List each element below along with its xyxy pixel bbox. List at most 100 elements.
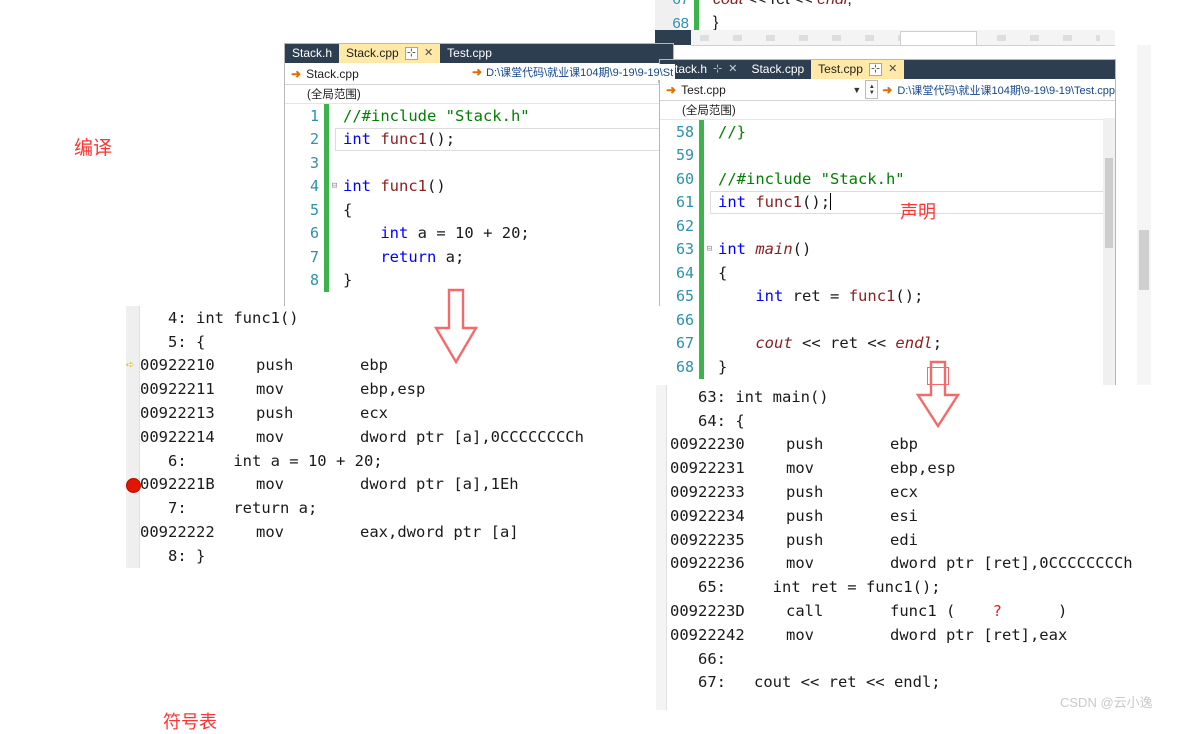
- disasm-operands: ebp,esp: [360, 380, 426, 399]
- code-line[interactable]: 62: [660, 214, 1115, 238]
- disasm-mnemonic: mov: [256, 475, 284, 494]
- code-line[interactable]: 61 int func1();: [660, 190, 1115, 214]
- disasm-source-row[interactable]: 66:: [656, 647, 1190, 671]
- left-window-path-label: ➜ D:\课堂代码\就业课104期\9-19\9-19\St: [470, 64, 675, 80]
- disasm-operands: dword ptr [ret],0CCCCCCCCh: [890, 554, 1133, 573]
- code-line[interactable]: 7 return a;: [285, 245, 673, 269]
- left-scope-label[interactable]: (全局范围): [307, 86, 361, 102]
- code-line[interactable]: 64 {: [660, 261, 1115, 285]
- left-tab-test-cpp[interactable]: Test.cpp: [440, 44, 499, 63]
- code-line[interactable]: 5{: [285, 198, 673, 222]
- left-tab-stack-h[interactable]: Stack.h: [285, 44, 339, 63]
- disasm-address: 0092221B: [140, 475, 215, 494]
- disasm-instruction-row[interactable]: 00922236 mov dword ptr [ret],0CCCCCCCCh: [656, 552, 1190, 576]
- disasm-instruction-row[interactable]: 00922242 mov dword ptr [ret],eax: [656, 623, 1190, 647]
- line-number: 2: [309, 130, 319, 149]
- breakpoint-icon[interactable]: [126, 477, 141, 493]
- tab-close-icon[interactable]: ✕: [888, 60, 897, 79]
- unknown-symbol-marker: ?: [992, 602, 1002, 621]
- code-line[interactable]: 58 //}: [660, 120, 1115, 144]
- disasm-instruction-row[interactable]: ➪ 00922210 push ebp: [126, 354, 666, 378]
- right-editor-surface[interactable]: 58 //} 59 60 //#include "Stack.h" 61 int func1…: [660, 120, 1115, 384]
- disasm-source-text: 4: int func1(): [140, 308, 299, 327]
- disasm-address: 00922231: [670, 459, 745, 478]
- line-number: 58: [675, 122, 694, 141]
- tab-pin-icon[interactable]: ⊹: [404, 47, 418, 60]
- disasm-instruction-row[interactable]: 00922222 mov eax,dword ptr [a]: [126, 520, 666, 544]
- right-editor-scrollbar[interactable]: [1103, 118, 1115, 385]
- left-path-text[interactable]: D:\课堂代码\就业课104期\9-19\9-19\St: [486, 67, 673, 79]
- disasm-source-row[interactable]: 6: int a = 10 + 20;: [126, 449, 666, 473]
- page-scrollbar[interactable]: [1137, 45, 1151, 385]
- disasm-source-row[interactable]: 4: int func1(): [126, 306, 666, 330]
- disasm-instruction-row[interactable]: 00922211 mov ebp,esp: [126, 377, 666, 401]
- left-editor-surface[interactable]: 1//#include "Stack.h" 2 int func1(); 3 4 ⊟ int…: [285, 104, 673, 302]
- disasm-instruction-row[interactable]: 00922230 push ebp: [656, 433, 1190, 457]
- left-tab-stack-cpp[interactable]: Stack.cpp ⊹ ✕: [339, 44, 441, 63]
- code-line[interactable]: 60 //#include "Stack.h": [660, 167, 1115, 191]
- disasm-instruction-row[interactable]: 00922235 push edi: [656, 528, 1190, 552]
- line-number: 6: [309, 224, 319, 243]
- left-disassembly-panel[interactable]: 4: int func1() 5: {➪ 00922210 push ebp 00922…: [126, 306, 666, 568]
- disasm-instruction-row[interactable]: 00922213 push ecx: [126, 401, 666, 425]
- disasm-source-row[interactable]: 65: int ret = func1();: [656, 575, 1190, 599]
- text-caret: [830, 193, 832, 211]
- fold-toggle-icon[interactable]: ⊟: [704, 238, 715, 262]
- right-tab-stack-cpp[interactable]: Stack.cpp: [744, 60, 811, 79]
- code-line[interactable]: 2 int func1();: [285, 127, 673, 151]
- disasm-address: 0092223D: [670, 602, 745, 621]
- code-line[interactable]: 59: [660, 143, 1115, 167]
- disasm-instruction-row[interactable]: 00922234 push esi: [656, 504, 1190, 528]
- disasm-address: 00922233: [670, 483, 745, 502]
- code-line[interactable]: 67 cout << ret << endl;: [660, 331, 1115, 355]
- toolbar-dropdown-box[interactable]: [900, 31, 977, 46]
- code-line[interactable]: 68}: [660, 355, 1115, 379]
- disasm-address: 00922222: [140, 523, 215, 542]
- right-nav-chevron-down-icon[interactable]: ▼: [852, 85, 865, 95]
- right-tab-test-cpp[interactable]: Test.cpp ⊹ ✕: [811, 60, 905, 79]
- code-line[interactable]: 63 ⊟ int main(): [660, 237, 1115, 262]
- code-line[interactable]: 4 ⊟ int func1(): [285, 174, 673, 199]
- code-text: //#include "Stack.h": [343, 106, 530, 125]
- disasm-mnemonic: push: [256, 356, 294, 375]
- tab-pin-icon[interactable]: ⊹: [713, 60, 722, 79]
- disasm-operands: ebp: [360, 356, 388, 375]
- right-scope-label[interactable]: (全局范围): [682, 102, 736, 118]
- right-nav-spinner[interactable]: ▲ ▼: [865, 80, 879, 99]
- code-line[interactable]: 66: [660, 308, 1115, 332]
- disasm-source-row[interactable]: 67: cout << ret << endl;: [656, 671, 1190, 695]
- tab-close-icon[interactable]: ✕: [424, 44, 433, 63]
- right-editor-scroll-thumb[interactable]: [1105, 158, 1113, 248]
- disasm-instruction-row[interactable]: 0092221B mov dword ptr [a],1Eh: [126, 473, 666, 497]
- disasm-instruction-row[interactable]: 0092223D call func1 ( ? ): [656, 599, 1190, 623]
- left-nav-file-label[interactable]: Stack.cpp: [306, 67, 359, 81]
- tab-pin-icon[interactable]: ⊹: [868, 63, 883, 76]
- right-nav-path-label[interactable]: D:\课堂代码\就业课104期\9-19\9-19\Test.cpp: [897, 82, 1115, 98]
- disasm-address: 00922214: [140, 427, 215, 446]
- disasm-source-row[interactable]: 5: {: [126, 330, 666, 354]
- code-line[interactable]: 65 int ret = func1();: [660, 284, 1115, 308]
- disasm-address: 00922211: [140, 380, 215, 399]
- code-line[interactable]: 67 cout << ret << endl;: [655, 0, 852, 12]
- disasm-instruction-row[interactable]: 00922233 push ecx: [656, 480, 1190, 504]
- change-marker-green: [699, 261, 704, 285]
- code-line[interactable]: 3: [285, 151, 673, 175]
- page-scrollbar-thumb[interactable]: [1139, 230, 1149, 290]
- line-number: 4: [309, 177, 319, 196]
- code-line[interactable]: 6 int a = 10 + 20;: [285, 221, 673, 245]
- change-marker-green: [324, 245, 329, 269]
- disasm-source-row[interactable]: 8: }: [126, 544, 666, 568]
- disasm-instruction-row[interactable]: 00922214 mov dword ptr [a],0CCCCCCCCh: [126, 425, 666, 449]
- code-line[interactable]: 1 //#include "Stack.h": [285, 104, 673, 128]
- right-nav-file-label[interactable]: Test.cpp: [681, 83, 726, 97]
- fold-toggle-icon[interactable]: ⊟: [329, 175, 340, 199]
- right-disassembly-panel[interactable]: 63: int main() 64: {00922230 push ebp 00922…: [656, 385, 1190, 710]
- code-text: int func1();: [718, 193, 832, 212]
- disasm-address: 00922230: [670, 435, 745, 454]
- disasm-source-row[interactable]: 7: return a;: [126, 496, 666, 520]
- disasm-address: 00922235: [670, 530, 745, 549]
- tab-close-icon[interactable]: ✕: [728, 60, 737, 79]
- disasm-instruction-row[interactable]: 00922231 mov ebp,esp: [656, 456, 1190, 480]
- left-nav-arrow-icon: ➜: [291, 66, 302, 81]
- disasm-operands: dword ptr [a],0CCCCCCCCh: [360, 427, 584, 446]
